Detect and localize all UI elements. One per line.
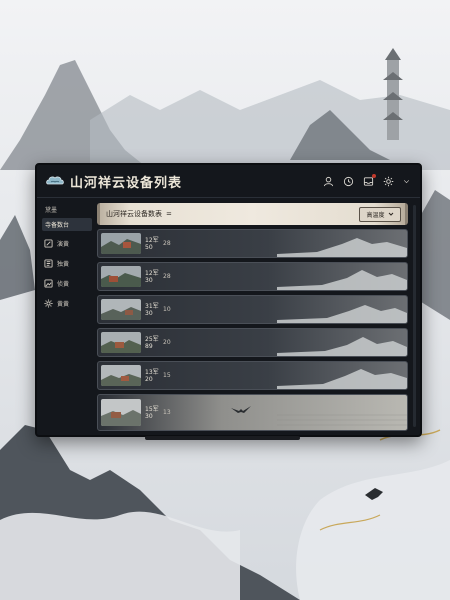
device-list-panel: 山河祥云设备数表 = 高温度 12军 50 28 12军 30 28 31军 30 — [97, 201, 416, 431]
device-count: 13军 — [145, 368, 159, 376]
sidebar-item-edit[interactable]: 演黄 — [40, 233, 94, 253]
chevron-down-icon — [388, 212, 393, 216]
device-value: 30 — [145, 276, 153, 284]
sidebar-item-settings[interactable]: 黄黄 — [40, 293, 94, 313]
device-extra: 15 — [163, 372, 171, 379]
image-icon — [44, 278, 53, 288]
device-thumbnail — [101, 233, 141, 254]
device-extra: 13 — [163, 409, 171, 416]
device-extra: 28 — [163, 240, 171, 247]
media-icon — [44, 258, 53, 268]
gear-icon — [44, 298, 53, 308]
notification-dot — [372, 173, 376, 178]
app-window: 山河祥云设备列表 黛墨 寺备数台 演黄 独黄 侦黄 黄黄 山河祥云设备数表 = … — [35, 163, 422, 437]
device-count: 12军 — [145, 236, 159, 244]
device-value: 20 — [145, 375, 153, 383]
list-header-banner: 山河祥云设备数表 = 高温度 — [97, 203, 408, 225]
device-thumbnail — [101, 399, 141, 426]
list-title: 山河祥云设备数表 = — [106, 210, 172, 218]
sidebar-item-media[interactable]: 独黄 — [40, 253, 94, 273]
clock-icon[interactable] — [343, 176, 354, 187]
sidebar-header: 黛墨 — [45, 207, 58, 214]
mountain-decoration — [277, 270, 407, 290]
gear-icon[interactable] — [383, 176, 394, 187]
sidebar: 黛墨 寺备数台 演黄 独黄 侦黄 黄黄 — [40, 199, 94, 432]
device-value: 30 — [145, 309, 153, 317]
user-icon[interactable] — [323, 176, 334, 187]
water-decoration — [277, 414, 407, 426]
device-row[interactable]: 13军 20 15 — [97, 361, 408, 390]
mountain-decoration — [277, 337, 407, 356]
device-stand — [145, 436, 300, 440]
mountain-decoration — [277, 305, 407, 323]
device-row[interactable]: 12军 50 28 — [97, 229, 408, 258]
device-thumbnail — [101, 365, 141, 386]
sort-dropdown[interactable]: 高温度 — [359, 206, 401, 222]
mountain-decoration — [277, 238, 407, 257]
mountain-decoration — [277, 369, 407, 389]
device-count: 15军 — [145, 405, 159, 413]
sidebar-item-label: 演黄 — [57, 240, 70, 248]
device-value: 50 — [145, 243, 153, 251]
device-row[interactable]: 15军 30 13 — [97, 394, 408, 431]
sidebar-item-image[interactable]: 侦黄 — [40, 273, 94, 293]
device-count: 31军 — [145, 302, 159, 310]
device-row[interactable]: 31军 30 10 — [97, 295, 408, 324]
sidebar-item-devices[interactable]: 寺备数台 — [42, 218, 92, 231]
edit-icon — [44, 238, 53, 248]
device-list: 12军50 28 12军30 28 31军30 10 25军89 20 — [97, 229, 408, 435]
notifications-button[interactable] — [363, 173, 376, 187]
scrollbar[interactable] — [413, 205, 416, 427]
chevron-down-icon[interactable] — [403, 176, 410, 187]
sidebar-item-label: 独黄 — [57, 260, 70, 268]
sidebar-item-label: 寺备数台 — [45, 222, 70, 229]
sidebar-item-label: 侦黄 — [57, 280, 70, 288]
device-count: 25军 — [145, 335, 159, 343]
device-thumbnail — [101, 299, 141, 320]
sidebar-item-label: 黄黄 — [57, 300, 70, 308]
device-extra: 10 — [163, 306, 171, 313]
device-value: 89 — [145, 342, 153, 350]
device-value: 30 — [145, 412, 153, 420]
app-title: 山河祥云设备列表 — [70, 175, 183, 191]
device-row[interactable]: 25军 89 20 — [97, 328, 408, 357]
cloud-logo-icon — [46, 176, 64, 185]
device-extra: 28 — [163, 273, 171, 280]
device-extra: 20 — [163, 339, 171, 346]
device-count: 12军 — [145, 269, 159, 277]
sort-label: 高温度 — [366, 211, 385, 219]
device-row[interactable]: 12军 30 28 — [97, 262, 408, 291]
device-thumbnail — [101, 266, 141, 287]
device-thumbnail — [101, 332, 141, 353]
title-bar: 山河祥云设备列表 — [37, 165, 420, 198]
crane-icon — [231, 406, 251, 413]
